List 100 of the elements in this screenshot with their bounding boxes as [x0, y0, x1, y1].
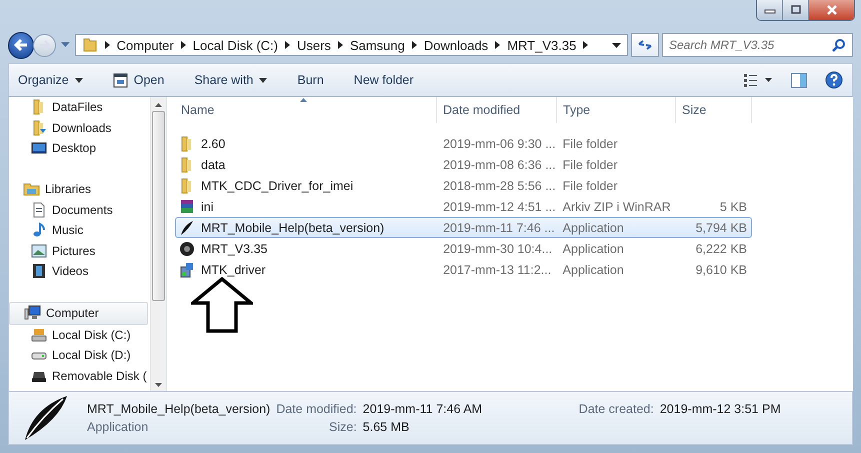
field-value: 2019-mm-11 7:46 AM: [362, 402, 484, 416]
scroll-up-icon[interactable]: [155, 103, 162, 107]
file-name: MTK_CDC_Driver_for_imei: [201, 178, 354, 192]
doc-icon: [31, 202, 47, 218]
field-value: 5.65 MB: [362, 420, 410, 434]
nav-item[interactable]: Music: [9, 220, 150, 240]
breadcrumb[interactable]: Samsung: [350, 38, 405, 52]
disc-icon: [179, 240, 195, 256]
maximize-button[interactable]: [783, 0, 809, 20]
file-name: 2.60: [201, 136, 226, 150]
size-cell: 6,222 KB: [696, 242, 748, 256]
chevron-icon: [412, 41, 417, 49]
type-cell-text: Application: [562, 220, 625, 234]
nav-item[interactable]: Documents: [9, 200, 150, 220]
file-name: ini: [201, 200, 214, 214]
address-bar[interactable]: Computer Local Disk (C:) Users Samsung Downloads MRT_V3.35: [74, 34, 628, 56]
toolbar-button[interactable]: Organize: [18, 73, 83, 87]
search-field[interactable]: Search MRT_V3.35: [662, 33, 853, 57]
view-button[interactable]: [743, 73, 773, 87]
feather-icon: [179, 220, 195, 236]
refresh-button[interactable]: [630, 33, 659, 57]
maximize-icon: [788, 5, 802, 15]
toolbar-button[interactable]: Share with: [194, 73, 268, 87]
type-cell-text: File folder: [562, 178, 619, 192]
computer-icon: [24, 305, 41, 322]
chevron-icon: [338, 41, 343, 49]
field-label: Size:: [328, 420, 357, 434]
folder-icon: [31, 120, 47, 136]
nav-item[interactable]: Videos: [9, 261, 150, 282]
scroll-down-icon[interactable]: [155, 383, 162, 387]
file-row[interactable]: MRT_Mobile_Help(beta_version) 2019-mm-11 7:46 ... Application 5,794 KB: [175, 217, 752, 238]
nav-item[interactable]: Removable Disk (: [9, 366, 150, 386]
date-cell-text: 2017-mm-13 11:2...: [442, 262, 552, 276]
nav-item[interactable]: Desktop: [9, 138, 150, 158]
breadcrumb[interactable]: Users: [296, 38, 331, 52]
breadcrumb[interactable]: MRT_V3.35: [507, 38, 576, 52]
file-name: MRT_V3.35: [201, 242, 268, 256]
arrow-annotation: [191, 277, 253, 333]
breadcrumb[interactable]: Downloads: [424, 38, 488, 52]
field-label: Date created:: [578, 402, 654, 416]
chevron-icon: [495, 41, 500, 49]
size-cell: 9,610 KB: [696, 262, 748, 276]
nav-item[interactable]: Computer: [9, 302, 148, 324]
breadcrumb[interactable]: Computer: [116, 38, 174, 52]
monitor-icon: [31, 140, 47, 156]
chevron-icon: [180, 41, 186, 49]
program-icon: [112, 72, 128, 88]
type-cell-text: Application: [562, 262, 625, 276]
column-header[interactable]: Type: [557, 97, 676, 123]
breadcrumb[interactable]: Local Disk (C:): [192, 38, 278, 52]
file-row[interactable]: MTK_driver 2017-mm-13 11:2... Application 9,610 KB: [175, 259, 752, 280]
nav-item[interactable]: Libraries: [9, 179, 150, 200]
toolbar-button[interactable]: Burn: [297, 73, 324, 87]
date-cell-text: 2019-mm-06 9:30 ...: [442, 136, 557, 150]
back-arrow-icon: [13, 38, 30, 52]
date-cell-text: 2019-mm-12 4:51 ...: [442, 200, 557, 214]
library-icon: [23, 181, 40, 198]
date-cell-text: 2019-mm-30 10:4...: [442, 242, 554, 256]
file-name: MTK_driver: [201, 262, 266, 276]
column-header[interactable]: Date modified: [437, 97, 557, 123]
back-button[interactable]: [8, 32, 34, 58]
nav-item[interactable]: Downloads: [9, 118, 150, 138]
size-cell: 5,794 KB: [696, 220, 748, 234]
column-header[interactable]: Size: [676, 97, 752, 123]
refresh-icon: [636, 39, 653, 51]
chevron-icon: [583, 41, 588, 49]
file-name: MRT_Mobile_Help(beta_version): [201, 220, 384, 234]
dropdown-icon[interactable]: [612, 42, 621, 48]
file-name: data: [201, 158, 226, 172]
preview-pane-button[interactable]: [791, 72, 807, 88]
file-row[interactable]: MTK_CDC_Driver_for_imei 2018-mm-28 5:56 ... File folder: [175, 175, 752, 196]
file-type: Application: [87, 420, 150, 434]
type-cell-text: Application: [562, 242, 625, 256]
close-button[interactable]: [809, 0, 854, 20]
archive-icon: [179, 198, 195, 214]
pictures-icon: [31, 242, 47, 259]
nav-item[interactable]: Local Disk (D:): [9, 345, 150, 366]
minimize-button[interactable]: [757, 0, 783, 20]
scrollbar[interactable]: [150, 97, 166, 391]
file-row[interactable]: data 2019-mm-08 6:36 ... File folder: [175, 154, 752, 175]
toolbar-button[interactable]: New folder: [354, 73, 414, 87]
file-name: MRT_Mobile_Help(beta_version): [87, 402, 270, 416]
forward-arrow-icon: [38, 39, 52, 51]
nav-item[interactable]: DataFiles: [9, 97, 150, 118]
feather-icon: [23, 394, 69, 442]
date-cell-text: 2018-mm-28 5:56 ...: [442, 178, 557, 192]
chevron-icon: [284, 41, 290, 49]
file-row[interactable]: 2.60 2019-mm-06 9:30 ... File folder: [175, 133, 752, 154]
nav-item[interactable]: Pictures: [9, 240, 150, 261]
field-value: 2019-mm-12 3:51 PM: [660, 402, 781, 416]
music-icon: [31, 222, 47, 238]
file-row[interactable]: MRT_V3.35 2019-mm-30 10:4... Application 6,222 KB: [175, 238, 752, 259]
nav-item[interactable]: Local Disk (C:): [9, 324, 150, 345]
field-label: Date modified:: [276, 402, 357, 416]
file-row[interactable]: ini 2019-mm-12 4:51 ... Arkiv ZIP i WinRAR 5 KB: [175, 196, 752, 217]
toolbar-button[interactable]: Open: [112, 72, 164, 88]
chevron-icon: [104, 41, 110, 49]
folder-icon: [82, 37, 98, 53]
type-cell-text: File folder: [562, 158, 619, 172]
help-button[interactable]: [825, 71, 843, 89]
